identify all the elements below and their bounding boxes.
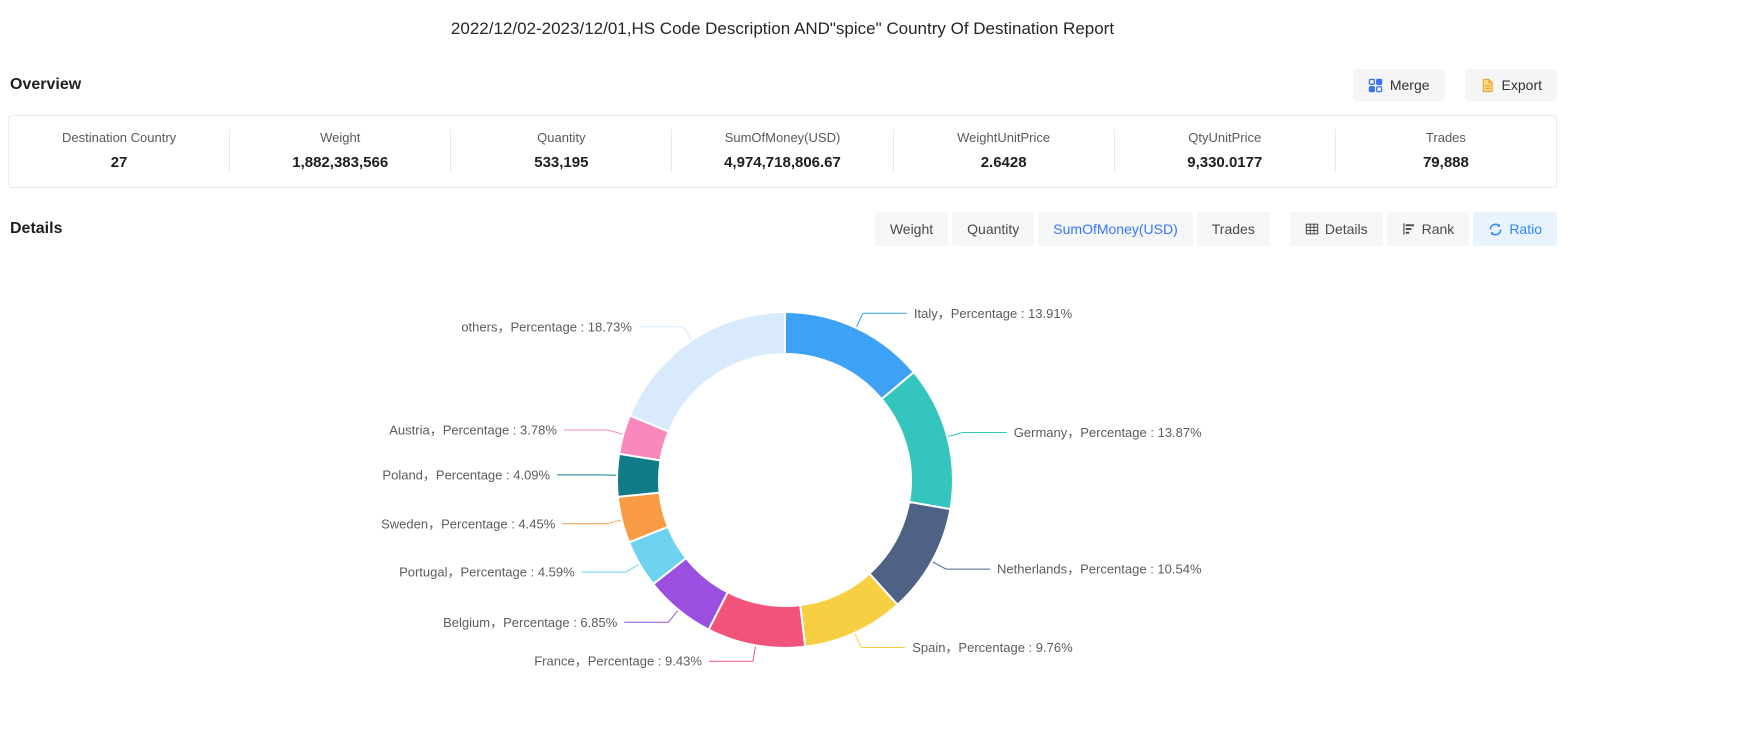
donut-chart-svg: Italy，Percentage : 13.91% Germany，Percent… [8, 252, 1557, 697]
tab-rank-view-label: Rank [1422, 221, 1455, 237]
slice-label-france: France，Percentage : 9.43% [534, 654, 702, 669]
label-line-netherlands [933, 562, 990, 569]
donut-slice-germany[interactable] [882, 372, 953, 509]
metric-tab-group: Weight Quantity SumOfMoney(USD) Trades [875, 212, 1270, 246]
stat-value: 2.6428 [894, 154, 1114, 171]
stat-label: QtyUnitPrice [1115, 130, 1335, 145]
donut-slice-others[interactable] [630, 312, 785, 432]
donut-chart: Italy，Percentage : 13.91% Germany，Percent… [8, 252, 1557, 697]
tab-quantity-label: Quantity [967, 221, 1019, 237]
slice-label-austria: Austria，Percentage : 3.78% [389, 423, 557, 438]
slice-label-poland: Poland，Percentage : 4.09% [382, 467, 550, 482]
slice-label-others: others，Percentage : 18.73% [461, 319, 632, 334]
tab-weight[interactable]: Weight [875, 212, 948, 246]
label-line-belgium [624, 611, 678, 623]
stat-label: Weight [230, 130, 450, 145]
report-page: 2022/12/02-2023/12/01,HS Code Descriptio… [0, 0, 1565, 697]
donut-slice-italy[interactable] [785, 312, 914, 399]
stat-label: Trades [1336, 130, 1556, 145]
merge-icon [1368, 78, 1383, 93]
label-line-spain [855, 634, 905, 648]
label-line-france [709, 646, 756, 661]
stat-value: 79,888 [1336, 154, 1556, 171]
refresh-ratio-icon [1488, 222, 1503, 237]
slice-label-germany: Germany，Percentage : 13.87% [1014, 425, 1202, 440]
slice-label-sweden: Sweden，Percentage : 4.45% [381, 516, 556, 531]
details-controls: Weight Quantity SumOfMoney(USD) Trades D… [875, 212, 1557, 246]
tab-details-view-label: Details [1325, 221, 1368, 237]
stat-qty-unit-price: QtyUnitPrice 9,330.0177 [1114, 129, 1335, 172]
label-line-others [639, 327, 691, 340]
overview-actions: Merge Export [1353, 69, 1557, 101]
tab-quantity[interactable]: Quantity [952, 212, 1034, 246]
tab-trades[interactable]: Trades [1197, 212, 1270, 246]
stat-value: 27 [9, 154, 229, 171]
tab-sum-of-money-label: SumOfMoney(USD) [1053, 221, 1177, 237]
tab-ratio-view-label: Ratio [1509, 221, 1542, 237]
tab-trades-label: Trades [1212, 221, 1255, 237]
stat-value: 9,330.0177 [1115, 154, 1335, 171]
view-tab-group: Details Rank [1290, 212, 1557, 246]
tab-sum-of-money[interactable]: SumOfMoney(USD) [1038, 212, 1192, 246]
stat-trades: Trades 79,888 [1335, 129, 1556, 172]
export-button-label: Export [1502, 77, 1542, 93]
stat-label: Destination Country [9, 130, 229, 145]
details-heading: Details [8, 220, 62, 238]
details-header-row: Details Weight Quantity SumOfMoney(USD) … [8, 212, 1557, 246]
merge-button[interactable]: Merge [1353, 69, 1445, 101]
stat-label: WeightUnitPrice [894, 130, 1114, 145]
export-button[interactable]: Export [1465, 69, 1557, 101]
stat-destination-country: Destination Country 27 [9, 129, 229, 172]
tab-rank-view[interactable]: Rank [1387, 212, 1470, 246]
label-line-italy [857, 313, 907, 327]
merge-button-label: Merge [1390, 77, 1430, 93]
slice-label-italy: Italy，Percentage : 13.91% [914, 306, 1073, 321]
overview-heading: Overview [8, 76, 81, 94]
stat-value: 533,195 [451, 154, 671, 171]
rank-icon [1402, 222, 1416, 236]
stat-quantity: Quantity 533,195 [450, 129, 671, 172]
overview-stats-card: Destination Country 27 Weight 1,882,383,… [8, 115, 1557, 188]
overview-header-row: Overview Merge [8, 69, 1557, 101]
slice-label-belgium: Belgium，Percentage : 6.85% [443, 615, 618, 630]
table-icon [1305, 222, 1319, 236]
stat-label: SumOfMoney(USD) [672, 130, 892, 145]
stat-sum-of-money: SumOfMoney(USD) 4,974,718,806.67 [671, 129, 892, 172]
label-line-portugal [582, 565, 639, 573]
stat-label: Quantity [451, 130, 671, 145]
tab-ratio-view[interactable]: Ratio [1473, 212, 1557, 246]
export-icon [1480, 78, 1495, 93]
page-title: 2022/12/02-2023/12/01,HS Code Descriptio… [8, 0, 1557, 39]
stat-weight: Weight 1,882,383,566 [229, 129, 450, 172]
stat-value: 4,974,718,806.67 [672, 154, 892, 171]
label-line-germany [948, 433, 1007, 437]
slice-label-spain: Spain，Percentage : 9.76% [912, 640, 1073, 655]
slice-label-portugal: Portugal，Percentage : 4.59% [399, 565, 575, 580]
stat-value: 1,882,383,566 [230, 154, 450, 171]
tab-details-view[interactable]: Details [1290, 212, 1383, 246]
slice-label-netherlands: Netherlands，Percentage : 10.54% [997, 562, 1202, 577]
stat-weight-unit-price: WeightUnitPrice 2.6428 [893, 129, 1114, 172]
label-line-austria [564, 430, 623, 434]
label-line-sweden [562, 520, 621, 524]
tab-weight-label: Weight [890, 221, 933, 237]
